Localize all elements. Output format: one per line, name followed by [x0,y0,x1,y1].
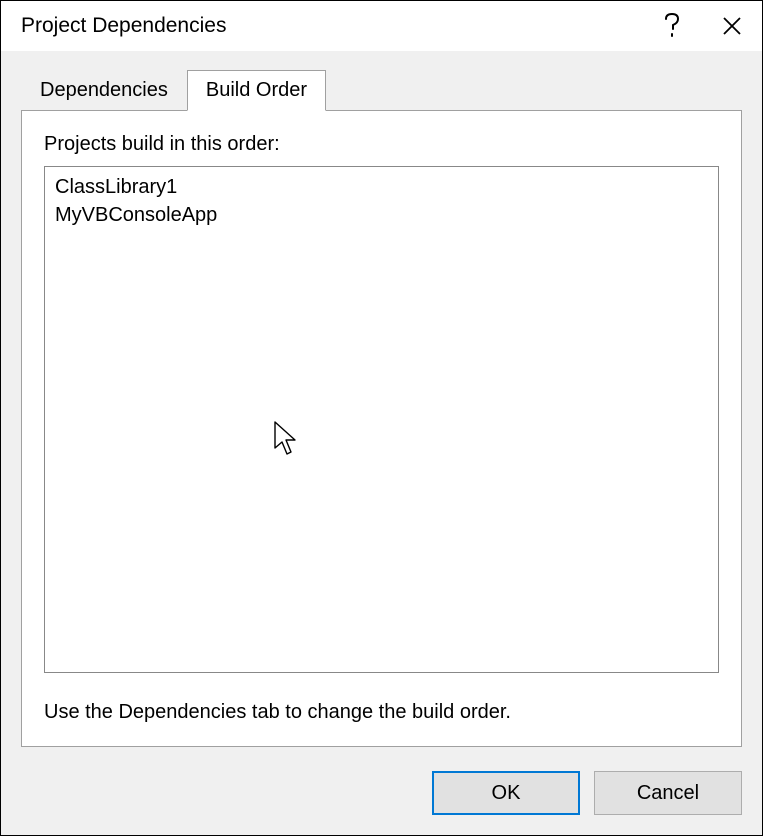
hint-text: Use the Dependencies tab to change the b… [44,701,719,724]
list-item: ClassLibrary1 [55,173,708,201]
cancel-button-label: Cancel [637,782,699,804]
help-button[interactable] [642,1,702,51]
cancel-button[interactable]: Cancel [594,771,742,815]
tab-panel-build-order: Projects build in this order: ClassLibra… [21,110,742,747]
titlebar-controls [642,1,762,51]
ok-button-label: OK [492,782,521,804]
projects-list[interactable]: ClassLibrary1 MyVBConsoleApp [44,166,719,673]
window-title: Project Dependencies [21,14,642,38]
titlebar: Project Dependencies [1,1,762,51]
tab-strip: Dependencies Build Order [21,69,742,110]
list-item: MyVBConsoleApp [55,201,708,229]
button-row: OK Cancel [21,771,742,815]
tab-build-order[interactable]: Build Order [187,70,326,111]
tab-build-order-label: Build Order [206,79,307,101]
close-icon [722,16,742,36]
ok-button[interactable]: OK [432,771,580,815]
tab-dependencies-label: Dependencies [40,79,168,101]
help-icon [664,13,680,39]
tab-dependencies[interactable]: Dependencies [21,70,187,111]
projects-list-label: Projects build in this order: [44,133,719,156]
close-button[interactable] [702,1,762,51]
client-area: Dependencies Build Order Projects build … [1,51,762,835]
dialog-window: Project Dependencies Dependencies Build … [0,0,763,836]
